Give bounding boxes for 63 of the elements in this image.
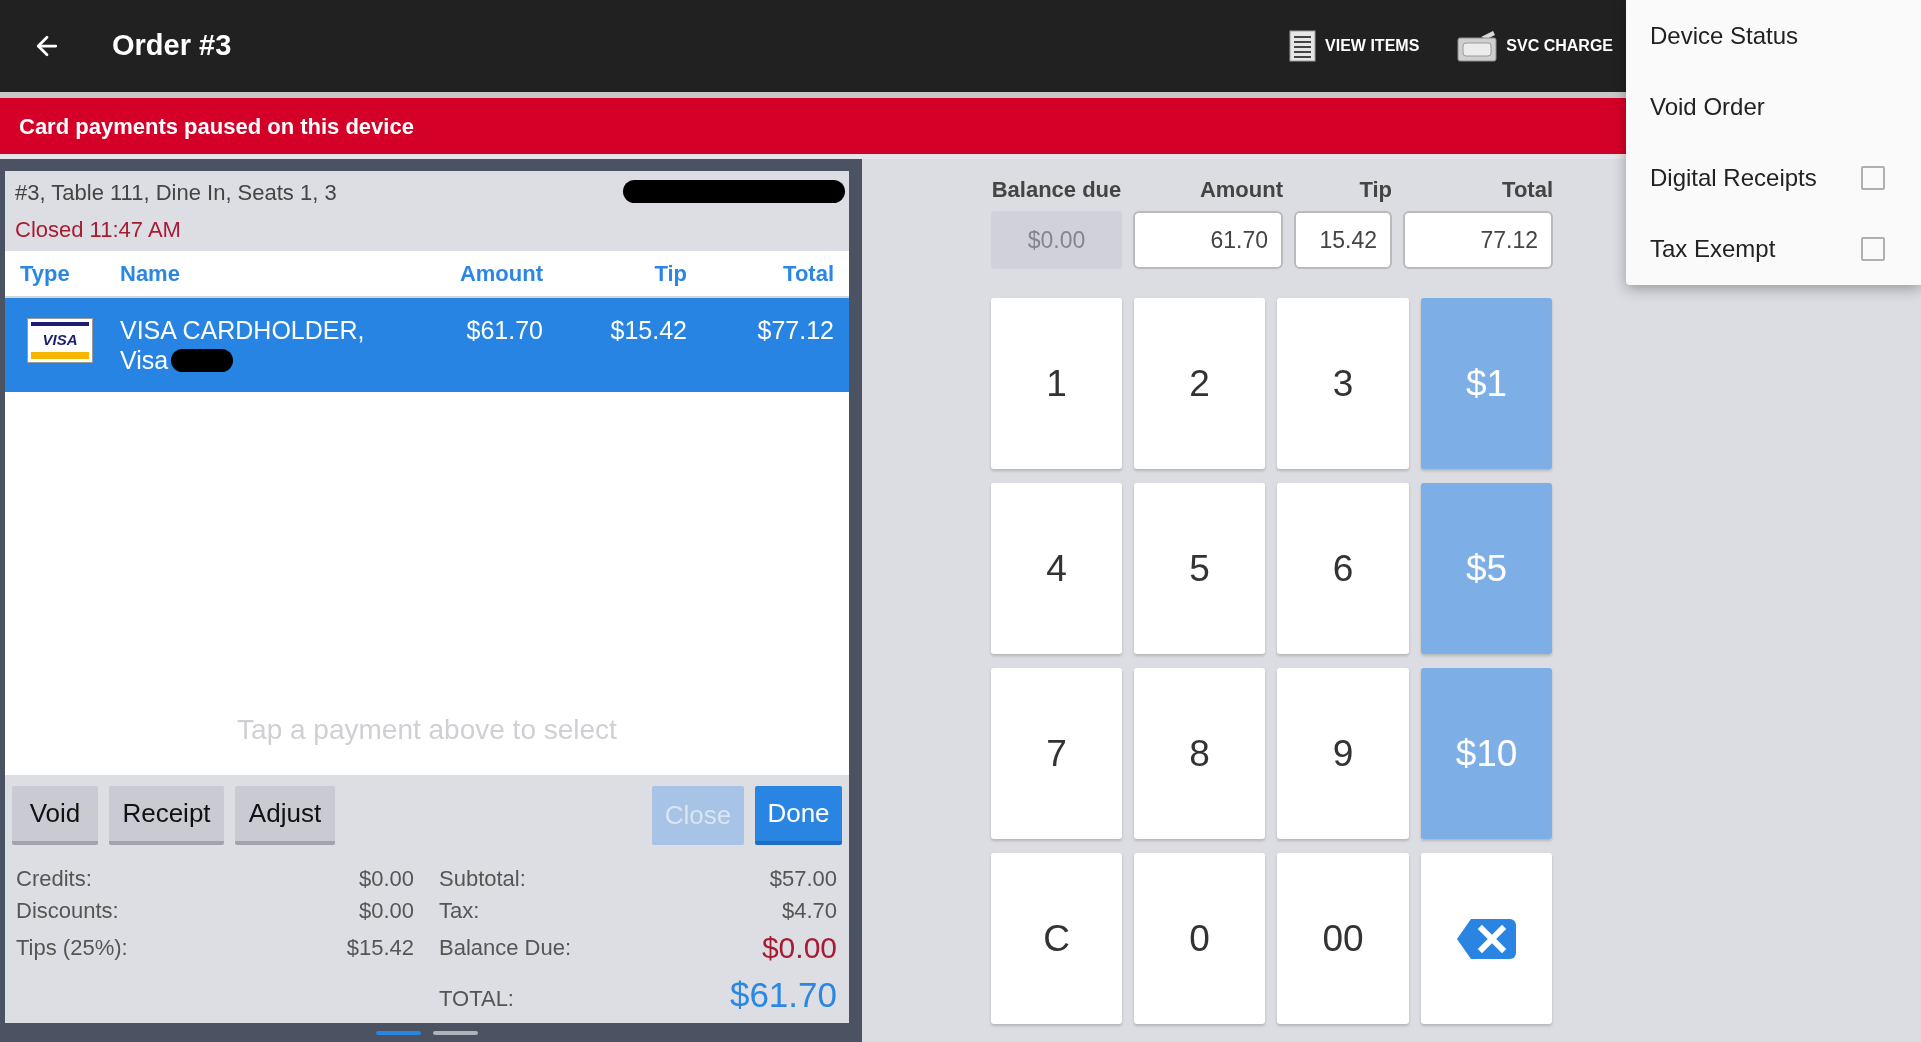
field-label: Total	[1501, 175, 1553, 204]
input-field[interactable]: 61.70	[1133, 211, 1283, 269]
keypad-key[interactable]: 9	[1277, 668, 1409, 839]
summary-label: Balance Due:	[439, 933, 572, 962]
card-logo: VISA	[27, 318, 93, 363]
checkbox[interactable]	[1861, 165, 1885, 190]
backspace-icon	[1457, 918, 1516, 959]
summary-value: $0.00	[761, 929, 837, 966]
keypad-key[interactable]: 2	[1134, 298, 1265, 469]
banknote-icon	[1457, 30, 1498, 62]
toolbar-button[interactable]: VIEW ITEMS	[1289, 30, 1420, 62]
keypad-key[interactable]: 0	[1134, 853, 1265, 1024]
summary-label: Tax:	[439, 896, 480, 925]
card-type: Visa	[120, 345, 169, 375]
column-header: Amount	[458, 260, 543, 288]
page-title: Order #3	[112, 28, 232, 64]
summary-label: Discounts:	[16, 896, 119, 925]
table-cell-text: $15.42	[609, 315, 687, 345]
summary-label: Subtotal:	[439, 864, 526, 893]
payment-row[interactable]: VISA VISA CARDHOLDER, Visa $61.70 $15.42 $77.12	[5, 298, 849, 392]
summary-value: $61.70	[729, 974, 837, 1017]
keypad-key[interactable]: 1	[991, 298, 1122, 469]
field-label: Balance due	[991, 175, 1122, 204]
secondary-button[interactable]: Adjust	[235, 786, 335, 845]
secondary-button[interactable]: Receipt	[109, 786, 224, 845]
summary-label: Credits:	[16, 864, 92, 893]
column-header: Total	[782, 260, 834, 288]
column-header: Name	[120, 260, 181, 288]
secondary-button[interactable]: Void	[12, 786, 98, 845]
summary-value: $4.70	[781, 896, 837, 925]
keypad-key[interactable]: 5	[1134, 483, 1265, 654]
backspace-key[interactable]	[1421, 853, 1552, 1024]
summary-value: $0.00	[358, 896, 414, 925]
keypad-key[interactable]: 3	[1277, 298, 1409, 469]
order-info: #3, Table 111, Dine In, Seats 1, 3	[15, 179, 337, 207]
redaction-mark	[171, 348, 234, 372]
input-field[interactable]: 15.42	[1294, 211, 1392, 269]
document-icon	[1289, 30, 1317, 62]
column-header: Tip	[653, 260, 687, 288]
keypad-key[interactable]: 00	[1277, 853, 1409, 1024]
toolbar-button[interactable]: SVC CHARGE	[1457, 30, 1613, 62]
keypad-key[interactable]: 6	[1277, 483, 1409, 654]
field-label: Amount	[1198, 175, 1283, 204]
table-cell-text: $77.12	[756, 315, 834, 345]
summary-value: $0.00	[358, 864, 414, 893]
menu-item[interactable]: Device Status	[1626, 0, 1921, 71]
order-status: Closed 11:47 AM	[15, 216, 181, 244]
keypad-key[interactable]: 7	[991, 668, 1122, 839]
action-button[interactable]: Done	[755, 786, 842, 845]
summary-value: $15.42	[346, 933, 414, 962]
column-header: Type	[20, 260, 71, 288]
table-cell-text: $61.70	[465, 315, 543, 345]
summary-label: Tips (25%):	[16, 933, 128, 962]
cardholder-name: VISA CARDHOLDER,	[120, 315, 365, 345]
summary-value: $57.00	[769, 864, 837, 893]
summary-label: TOTAL:	[439, 985, 514, 1013]
keypad-key[interactable]: 8	[1134, 668, 1265, 839]
input-field[interactable]: 77.12	[1403, 211, 1553, 269]
keypad-key[interactable]: 4	[991, 483, 1122, 654]
menu-item[interactable]: Tax Exempt	[1626, 213, 1921, 284]
field-label: Tip	[1358, 175, 1392, 204]
keypad-key[interactable]: C	[991, 853, 1122, 1024]
checkbox[interactable]	[1861, 236, 1885, 261]
